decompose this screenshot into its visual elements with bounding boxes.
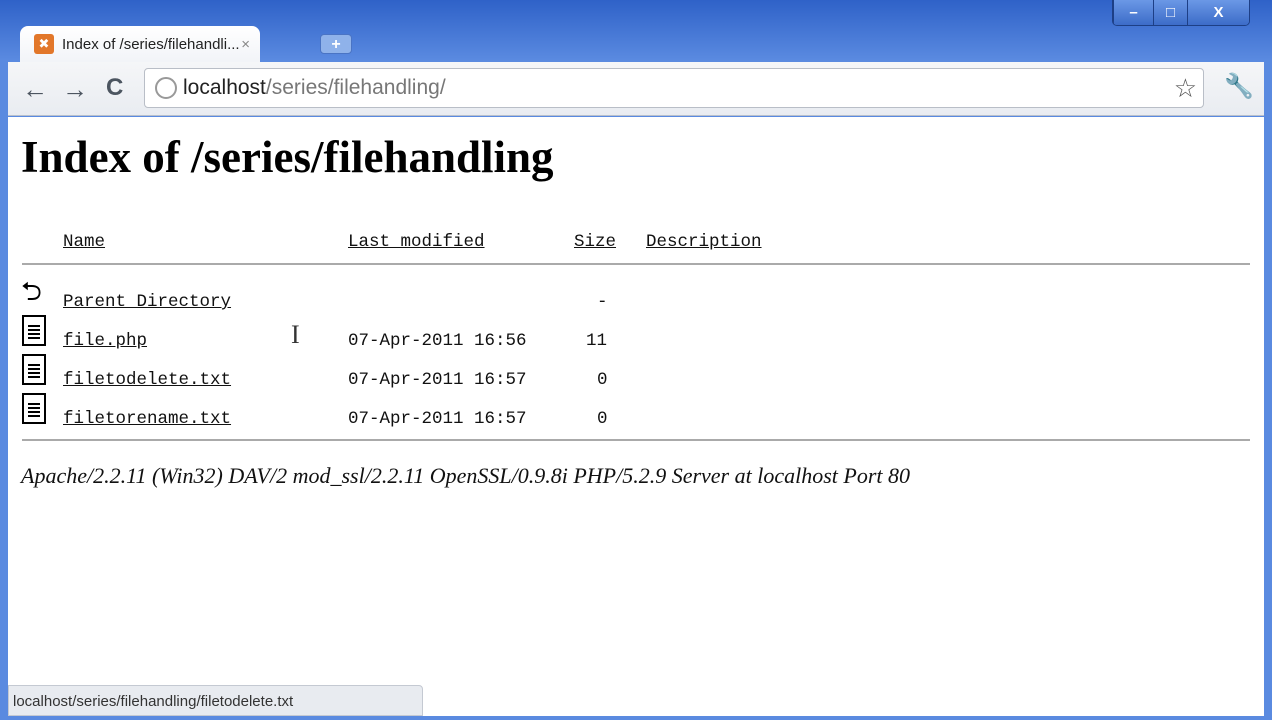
globe-icon bbox=[155, 77, 177, 99]
minimize-button[interactable]: – bbox=[1113, 0, 1153, 25]
divider bbox=[22, 263, 1250, 265]
tab-close-icon[interactable]: × bbox=[241, 36, 250, 53]
sort-by-name-link[interactable]: Name bbox=[63, 232, 105, 252]
tab-title: Index of /series/filehandli... bbox=[62, 35, 240, 53]
file-icon bbox=[22, 393, 46, 424]
row-modified: 07-Apr-2011 16:56 bbox=[348, 331, 527, 351]
url-host: localhost bbox=[183, 76, 266, 99]
wrench-menu-icon[interactable]: 🔧 bbox=[1224, 72, 1254, 101]
sort-by-modified-link[interactable]: Last modified bbox=[348, 232, 485, 252]
address-bar[interactable]: localhost/series/filehandling/ ☆ bbox=[144, 68, 1204, 108]
forward-button[interactable]: → bbox=[62, 74, 88, 105]
file-icon bbox=[22, 315, 46, 346]
xampp-favicon-icon: ✖ bbox=[34, 34, 54, 54]
toolbar: ← → C localhost/series/filehandling/ ☆ 🔧 bbox=[8, 62, 1264, 116]
sort-by-description-link[interactable]: Description bbox=[646, 232, 762, 252]
reload-button[interactable]: C bbox=[106, 74, 123, 102]
parent-directory-icon: ⮌ bbox=[21, 276, 42, 306]
url-path: /series/filehandling/ bbox=[265, 76, 446, 99]
bookmark-star-icon[interactable]: ☆ bbox=[1174, 73, 1197, 104]
row-size: 11 bbox=[586, 331, 608, 351]
close-window-button[interactable]: X bbox=[1187, 0, 1249, 25]
server-signature: Apache/2.2.11 (Win32) DAV/2 mod_ssl/2.2.… bbox=[21, 463, 911, 488]
row-size: - bbox=[597, 292, 608, 312]
row-modified: 07-Apr-2011 16:57 bbox=[348, 370, 527, 390]
new-tab-button[interactable]: + bbox=[320, 34, 352, 54]
file-link[interactable]: filetodelete.txt bbox=[63, 370, 231, 390]
file-link[interactable]: file.php bbox=[63, 331, 147, 351]
row-size: 0 bbox=[597, 409, 608, 429]
row-modified: 07-Apr-2011 16:57 bbox=[348, 409, 527, 429]
page-content: Index of /series/filehandling Name Last … bbox=[8, 117, 1264, 716]
file-icon bbox=[22, 354, 46, 385]
status-bar: localhost/series/filehandling/filetodele… bbox=[8, 685, 423, 716]
window-controls: – □ X bbox=[1112, 0, 1250, 26]
file-link[interactable]: filetorename.txt bbox=[63, 409, 231, 429]
maximize-button[interactable]: □ bbox=[1153, 0, 1187, 25]
page-title: Index of /series/filehandling bbox=[21, 132, 554, 182]
text-cursor-icon: I bbox=[291, 320, 300, 349]
parent-directory-link[interactable]: Parent Directory bbox=[63, 292, 231, 312]
divider bbox=[22, 439, 1250, 441]
row-size: 0 bbox=[597, 370, 608, 390]
back-button[interactable]: ← bbox=[22, 74, 48, 105]
sort-by-size-link[interactable]: Size bbox=[574, 232, 616, 252]
tab-index[interactable]: ✖ Index of /series/filehandli... × bbox=[20, 26, 260, 62]
